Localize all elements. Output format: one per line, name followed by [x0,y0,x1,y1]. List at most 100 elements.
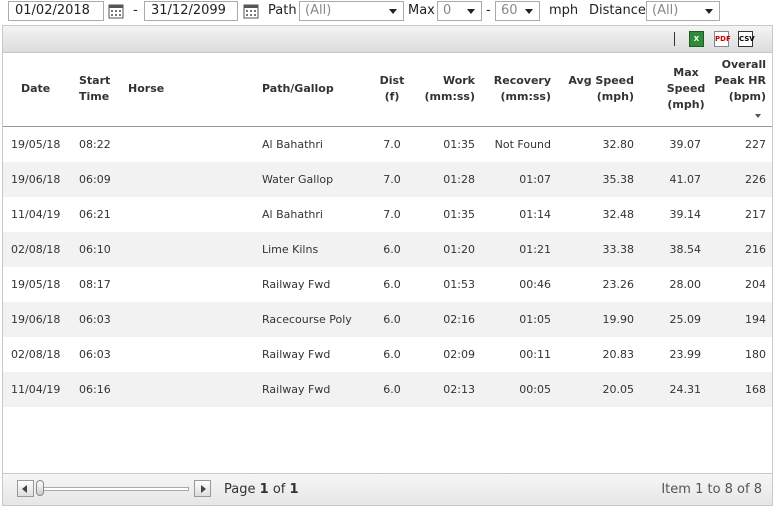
cell-date: 11/04/19 [11,383,61,396]
page-current: 1 [259,482,269,497]
page-slider-handle[interactable] [36,480,44,496]
table-row[interactable]: 02/08/18 06:10 Lime Kilns 6.0 01:20 01:2… [3,232,772,267]
cell-max-speed: 39.07 [669,138,702,151]
cell-dist: 6.0 [383,278,401,291]
cell-dist: 6.0 [383,313,401,326]
cell-peak-hr: 180 [745,348,766,361]
speed-max-select[interactable]: 60 [495,1,540,21]
cell-start-time: 08:17 [79,278,111,291]
cell-max-speed: 25.09 [669,313,702,326]
col-header-max-speed[interactable]: Max Speed (mph) [656,65,716,113]
col-header-work[interactable]: Work (mm:ss) [413,73,475,105]
chevron-down-icon [389,9,397,14]
next-page-button[interactable] [194,480,211,497]
speed-min-select[interactable]: 0 [437,1,482,21]
table-row[interactable]: 11/04/19 06:16 Railway Fwd 6.0 02:13 00:… [3,372,772,407]
col-header-start-time[interactable]: Start Time [79,73,110,105]
cell-work: 02:09 [443,348,475,361]
cell-work: 01:20 [443,243,475,256]
cell-max-speed: 41.07 [669,173,702,186]
cell-max-speed: 39.14 [669,208,702,221]
distance-select[interactable]: (All) [646,1,720,21]
cell-start-time: 06:09 [79,173,111,186]
col-header-path[interactable]: Path/Gallop [262,81,334,97]
cell-peak-hr: 168 [745,383,766,396]
path-select[interactable]: (All) [299,1,404,21]
cell-path: Al Bahathri [262,138,323,151]
date-range-dash: - [133,3,138,18]
chevron-down-icon [467,9,475,14]
speed-unit-label: mph [549,3,579,18]
speed-max-value: 60 [501,3,518,18]
cell-path: Al Bahathri [262,208,323,221]
filter-bar: 01/02/2018 - 31/12/2099 Path (All) Max 0… [0,0,775,24]
cell-recovery: 01:21 [519,243,551,256]
cell-peak-hr: 217 [745,208,766,221]
cell-dist: 7.0 [383,173,401,186]
toolbar-separator [674,32,675,46]
cell-max-speed: 24.31 [669,383,702,396]
calendar-icon[interactable] [243,3,259,19]
cell-avg-speed: 20.83 [602,348,635,361]
cell-work: 01:28 [443,173,475,186]
col-header-dist[interactable]: Dist (f) [371,73,413,105]
of-word: of [272,482,286,497]
cell-date: 11/04/19 [11,208,61,221]
path-select-value: (All) [305,3,332,18]
cell-recovery: 01:07 [519,173,551,186]
cell-work: 02:13 [443,383,475,396]
cell-avg-speed: 19.90 [602,313,635,326]
date-to-input[interactable]: 31/12/2099 [144,1,238,21]
page-total: 1 [289,482,299,497]
cell-start-time: 06:03 [79,348,111,361]
cell-date: 02/08/18 [11,348,61,361]
cell-avg-speed: 23.26 [602,278,635,291]
col-header-avg-speed[interactable]: Avg Speed (mph) [563,73,634,105]
pdf-export-icon[interactable]: PDF [714,31,731,47]
cell-peak-hr: 204 [745,278,766,291]
cell-peak-hr: 226 [745,173,766,186]
col-header-date[interactable]: Date [21,81,50,97]
table-row[interactable]: 19/05/18 08:22 Al Bahathri 7.0 01:35 Not… [3,127,772,162]
col-header-recovery[interactable]: Recovery (mm:ss) [483,73,551,105]
results-grid: X PDF CSV Date Start Time Horse Path/Gal… [2,25,773,506]
col-header-horse[interactable]: Horse [128,81,164,97]
table-row[interactable]: 19/05/18 08:17 Railway Fwd 6.0 01:53 00:… [3,267,772,302]
cell-avg-speed: 35.38 [602,173,635,186]
grid-toolbar: X PDF CSV [3,26,772,53]
cell-dist: 6.0 [383,243,401,256]
cell-recovery: 00:46 [519,278,551,291]
table-row[interactable]: 02/08/18 06:03 Railway Fwd 6.0 02:09 00:… [3,337,772,372]
cell-max-speed: 23.99 [669,348,702,361]
col-header-peak-hr[interactable]: Overall Peak HR (bpm) [708,57,766,105]
page-indicator: Page 1 of 1 [224,482,299,497]
cell-max-speed: 28.00 [669,278,702,291]
sort-descending-icon [755,114,761,118]
cell-avg-speed: 33.38 [602,243,635,256]
cell-recovery: Not Found [494,138,551,151]
csv-export-icon[interactable]: CSV [738,31,755,47]
table-row[interactable]: 19/06/18 06:03 Racecourse Poly 6.0 02:16… [3,302,772,337]
cell-peak-hr: 216 [745,243,766,256]
cell-start-time: 06:16 [79,383,111,396]
speed-range-dash: - [486,3,491,18]
date-from-input[interactable]: 01/02/2018 [8,1,104,21]
cell-recovery: 00:11 [519,348,551,361]
cell-path: Railway Fwd [262,278,331,291]
cell-recovery: 01:05 [519,313,551,326]
cell-date: 19/06/18 [11,313,61,326]
page-slider-track[interactable] [39,487,189,491]
chevron-down-icon [525,9,533,14]
cell-dist: 7.0 [383,138,401,151]
chevron-down-icon [705,9,713,14]
table-row[interactable]: 11/04/19 06:21 Al Bahathri 7.0 01:35 01:… [3,197,772,232]
cell-date: 19/06/18 [11,173,61,186]
excel-export-icon[interactable]: X [689,31,704,47]
cell-start-time: 08:22 [79,138,111,151]
cell-recovery: 00:05 [519,383,551,396]
calendar-icon[interactable] [108,3,124,19]
cell-path: Railway Fwd [262,348,331,361]
table-row[interactable]: 19/06/18 06:09 Water Gallop 7.0 01:28 01… [3,162,772,197]
prev-page-button[interactable] [17,480,34,497]
cell-path: Racecourse Poly [262,313,352,326]
